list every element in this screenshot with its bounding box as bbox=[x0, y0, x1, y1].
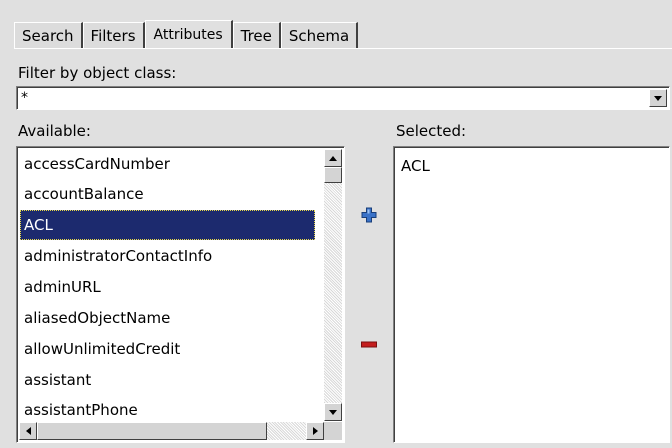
arrow-right-icon bbox=[312, 427, 318, 435]
arrow-left-icon bbox=[25, 427, 31, 435]
scroll-down-button[interactable] bbox=[324, 403, 342, 421]
tab-attributes[interactable]: Attributes bbox=[144, 20, 233, 48]
add-attribute-button[interactable] bbox=[359, 205, 379, 225]
list-item[interactable]: accountBalance bbox=[20, 179, 144, 209]
list-item[interactable]: assistant bbox=[20, 365, 91, 395]
object-class-value: * bbox=[21, 90, 28, 106]
arrow-down-icon bbox=[329, 409, 337, 415]
remove-attribute-button[interactable] bbox=[359, 335, 379, 355]
list-item[interactable]: allowUnlimitedCredit bbox=[20, 334, 180, 364]
scroll-up-button[interactable] bbox=[324, 149, 342, 167]
list-item[interactable]: ACL bbox=[397, 151, 430, 181]
chevron-down-icon bbox=[654, 95, 662, 101]
list-item[interactable]: administratorContactInfo bbox=[20, 241, 212, 271]
object-class-combo[interactable]: * bbox=[16, 86, 670, 110]
list-item[interactable]: accessCardNumber bbox=[20, 149, 170, 179]
list-item[interactable]: assistantPhone bbox=[20, 395, 138, 425]
combo-dropdown-button[interactable] bbox=[649, 89, 667, 107]
tab-filters[interactable]: Filters bbox=[82, 22, 145, 48]
tab-schema[interactable]: Schema bbox=[280, 22, 359, 48]
tab-divider bbox=[14, 48, 672, 49]
arrow-up-icon bbox=[329, 155, 337, 161]
plus-icon bbox=[361, 207, 377, 223]
horizontal-scrollbar[interactable] bbox=[19, 422, 324, 440]
scroll-corner bbox=[324, 422, 342, 440]
selected-list[interactable]: ACL bbox=[393, 146, 670, 443]
tab-search[interactable]: Search bbox=[14, 22, 83, 48]
vertical-scroll-thumb[interactable] bbox=[324, 167, 342, 183]
vertical-scrollbar[interactable] bbox=[324, 149, 342, 421]
available-label: Available: bbox=[18, 122, 91, 140]
scroll-right-button[interactable] bbox=[306, 422, 324, 440]
filter-label: Filter by object class: bbox=[18, 64, 177, 82]
selected-label: Selected: bbox=[396, 122, 467, 140]
tab-strip: Search Filters Attributes Tree Schema bbox=[14, 20, 359, 48]
available-list[interactable]: accessCardNumber accountBalance ACL admi… bbox=[16, 146, 345, 443]
scroll-left-button[interactable] bbox=[19, 422, 37, 440]
horizontal-scroll-thumb[interactable] bbox=[37, 422, 267, 440]
list-item[interactable]: adminURL bbox=[20, 272, 101, 302]
list-item-selected[interactable]: ACL bbox=[20, 210, 315, 240]
minus-icon bbox=[361, 341, 377, 348]
list-item[interactable]: aliasedObjectName bbox=[20, 303, 170, 333]
tab-tree[interactable]: Tree bbox=[232, 22, 281, 48]
